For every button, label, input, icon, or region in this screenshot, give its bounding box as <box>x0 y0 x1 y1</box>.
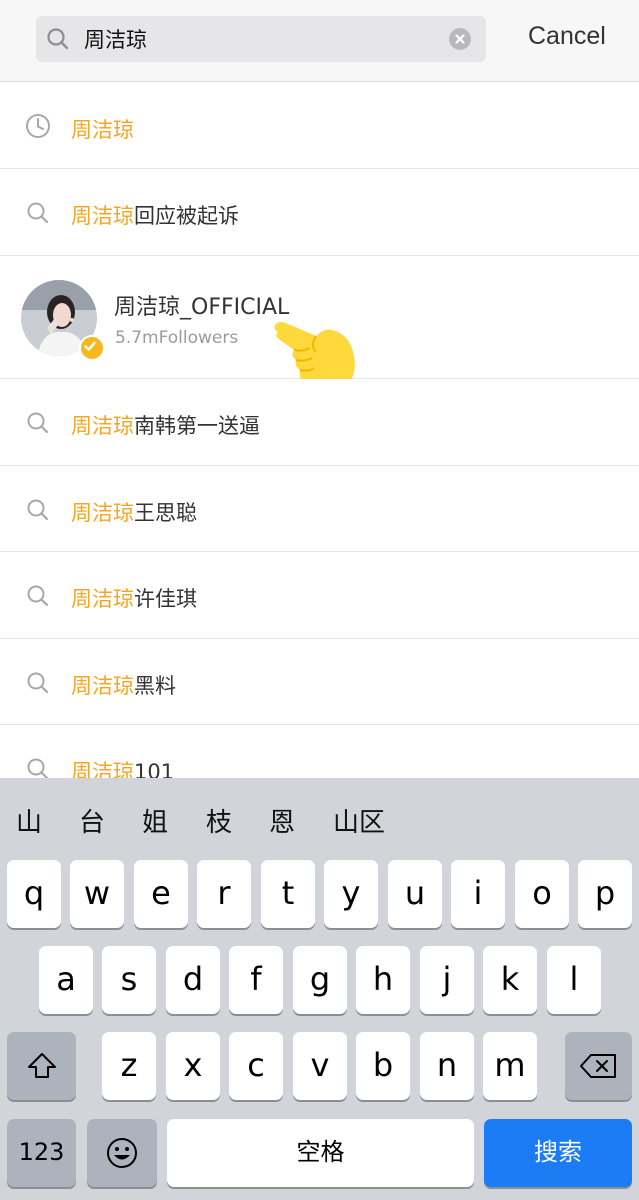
key-q[interactable]: q <box>7 860 61 928</box>
suggestion-text: 周洁琼黑料 <box>71 674 176 698</box>
emoji-key[interactable] <box>87 1119 157 1187</box>
search-key[interactable]: 搜索 <box>484 1119 632 1187</box>
space-key[interactable]: 空格 <box>167 1119 474 1187</box>
key-o[interactable]: o <box>515 860 569 928</box>
emoji-icon <box>107 1138 137 1168</box>
key-l[interactable]: l <box>547 946 601 1014</box>
backspace-icon <box>579 1054 616 1078</box>
suggestion-item[interactable]: 周洁琼回应被起诉 <box>0 169 639 256</box>
search-header: Cancel <box>0 0 639 82</box>
suggestion-text: 周洁琼南韩第一送逼 <box>71 414 260 438</box>
candidate-word[interactable]: 山区 <box>333 802 385 839</box>
candidate-word[interactable]: 山 <box>16 802 42 839</box>
key-j[interactable]: j <box>420 946 474 1014</box>
key-b[interactable]: b <box>356 1032 410 1100</box>
key-f[interactable]: f <box>229 946 283 1014</box>
user-name: 周洁琼_OFFICIAL <box>114 295 290 320</box>
key-w[interactable]: w <box>70 860 124 928</box>
key-a[interactable]: a <box>39 946 93 1014</box>
key-c[interactable]: c <box>229 1032 283 1100</box>
search-bar[interactable] <box>36 16 486 62</box>
cancel-button[interactable]: Cancel <box>528 22 606 51</box>
key-y[interactable]: y <box>324 860 378 928</box>
key-v[interactable]: v <box>293 1032 347 1100</box>
numbers-key[interactable]: 123 <box>7 1119 76 1187</box>
key-x[interactable]: x <box>166 1032 220 1100</box>
follower-count: 5.7mFollowers <box>115 328 239 348</box>
key-p[interactable]: p <box>578 860 632 928</box>
suggestion-text: 周洁琼许佳琪 <box>71 587 197 611</box>
key-r[interactable]: r <box>197 860 251 928</box>
suggestion-item[interactable]: 周洁琼许佳琪 <box>0 552 639 639</box>
candidate-word[interactable]: 恩 <box>269 802 295 839</box>
search-icon <box>27 672 49 694</box>
candidate-word[interactable]: 台 <box>79 802 105 839</box>
key-i[interactable]: i <box>451 860 505 928</box>
suggestion-item[interactable]: 周洁琼王思聪 <box>0 466 639 552</box>
key-m[interactable]: m <box>483 1032 537 1100</box>
keyboard: 山 台 姐 枝 恩 山区 q w e r t y u i o p a s d f… <box>0 778 639 1200</box>
history-item[interactable]: 周洁琼 <box>0 83 639 169</box>
key-d[interactable]: d <box>166 946 220 1014</box>
shift-icon <box>27 1053 56 1078</box>
search-icon <box>27 585 49 607</box>
key-e[interactable]: e <box>134 860 188 928</box>
clear-search-button[interactable] <box>449 28 471 50</box>
suggestion-text: 周洁琼王思聪 <box>71 501 197 525</box>
suggestion-item[interactable]: 周洁琼黑料 <box>0 639 639 725</box>
suggestion-text: 周洁琼回应被起诉 <box>71 204 239 228</box>
search-icon <box>27 499 49 521</box>
backspace-key[interactable] <box>565 1032 632 1100</box>
search-icon <box>27 202 49 224</box>
checkmark-icon <box>84 341 96 351</box>
search-icon <box>47 28 69 50</box>
clock-icon <box>26 114 50 138</box>
suggestion-item[interactable]: 周洁琼南韩第一送逼 <box>0 379 639 466</box>
key-u[interactable]: u <box>388 860 442 928</box>
shift-key[interactable] <box>7 1032 76 1100</box>
candidate-word[interactable]: 枝 <box>206 802 232 839</box>
verified-badge <box>79 335 105 361</box>
history-text: 周洁琼 <box>71 118 134 142</box>
key-g[interactable]: g <box>293 946 347 1014</box>
key-t[interactable]: t <box>261 860 315 928</box>
key-h[interactable]: h <box>356 946 410 1014</box>
candidate-word[interactable]: 姐 <box>142 802 168 839</box>
key-n[interactable]: n <box>420 1032 474 1100</box>
key-k[interactable]: k <box>483 946 537 1014</box>
candidate-bar: 山 台 姐 枝 恩 山区 <box>0 778 639 858</box>
key-s[interactable]: s <box>102 946 156 1014</box>
key-z[interactable]: z <box>102 1032 156 1100</box>
search-input[interactable] <box>84 16 464 62</box>
close-icon <box>455 34 465 44</box>
search-icon <box>27 412 49 434</box>
